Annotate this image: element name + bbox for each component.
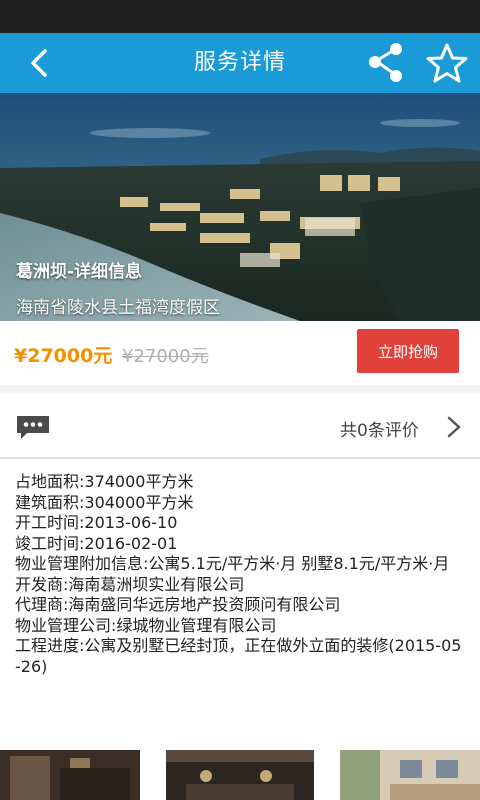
detail-start-date: 开工时间:2013-06-10	[15, 513, 178, 532]
hero-caption: 葛洲坝-详细信息	[16, 262, 143, 282]
hero-image: 葛洲坝-详细信息 海南省陵水县土福湾度假区	[0, 93, 480, 321]
bedroom-photo	[340, 750, 480, 800]
photo-thumbnails	[0, 750, 480, 800]
buy-now-button[interactable]: 立即抢购	[357, 329, 459, 373]
property-details: 占地面积:374000平方米 建筑面积:304000平方米 开工时间:2013-…	[15, 472, 467, 677]
detail-land-area: 占地面积:374000平方米	[15, 472, 194, 491]
review-count: 共0条评价	[340, 421, 419, 441]
star-outline-icon	[426, 43, 468, 83]
detail-floor-area: 建筑面积:304000平方米	[15, 492, 194, 512]
chevron-left-icon	[31, 49, 47, 77]
detail-agent: 代理商:海南盛同华远房地产投资顾问有限公司	[15, 595, 341, 614]
detail-developer: 开发商:海南葛洲坝实业有限公司	[15, 574, 245, 594]
section-divider	[0, 385, 480, 393]
divider	[0, 457, 480, 459]
hero-address: 海南省陵水县土福湾度假区	[16, 298, 220, 318]
lobby-photo	[166, 750, 314, 800]
resort-aerial-photo	[0, 93, 480, 321]
back-button[interactable]	[18, 41, 62, 85]
status-bar	[0, 0, 480, 33]
thumbnail-1[interactable]	[0, 750, 140, 800]
comment-icon	[17, 416, 49, 439]
price-row: ¥27000元 ¥27000元 立即抢购	[0, 321, 480, 385]
detail-property-manager: 物业管理公司:绿城物业管理有限公司	[15, 615, 277, 635]
chevron-right-icon	[447, 416, 461, 438]
title-bar: 服务详情	[0, 33, 480, 93]
interior-photo	[0, 750, 140, 800]
detail-progress: 工程进度:公寓及别墅已经封顶，正在做外立面的装修(2015-05-26)	[15, 636, 462, 676]
reviews-row[interactable]: 共0条评价	[0, 398, 480, 456]
thumbnail-3[interactable]	[340, 750, 480, 800]
share-button[interactable]	[364, 41, 408, 85]
detail-completion-date: 竣工时间:2016-02-01	[15, 533, 178, 553]
page-title: 服务详情	[193, 50, 286, 75]
thumbnail-2[interactable]	[166, 750, 314, 800]
share-icon	[369, 43, 402, 82]
detail-property-fee: 物业管理附加信息:公寓5.1元/平方米·月 别墅8.1元/平方米·月	[15, 554, 450, 573]
original-price: ¥27000元	[122, 346, 209, 367]
favorite-button[interactable]	[424, 41, 470, 87]
current-price: ¥27000元	[14, 345, 113, 367]
